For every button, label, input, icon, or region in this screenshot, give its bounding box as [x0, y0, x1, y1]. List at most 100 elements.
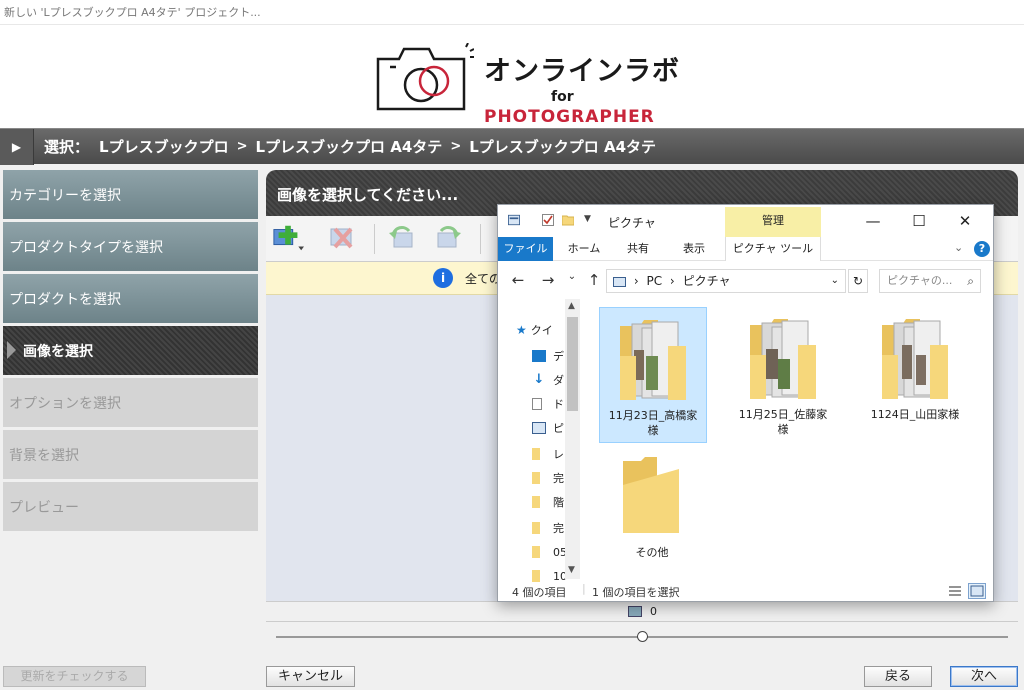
up-arrow-icon[interactable]: ↑: [584, 271, 604, 289]
nav-item-folder[interactable]: 階: [532, 493, 564, 511]
address-bar[interactable]: › PC › ピクチャ ⌄: [606, 269, 846, 293]
recent-dropdown-icon[interactable]: ⌄: [562, 271, 582, 282]
breadcrumb-expand-button[interactable]: ▶: [0, 128, 34, 165]
sidebar-item-images[interactable]: 画像を選択: [3, 326, 258, 375]
search-input[interactable]: ピクチャの... ⌕: [879, 269, 981, 293]
photo-folder-icon: [620, 320, 686, 400]
folder-name-line: 11月25日_佐藤家: [738, 408, 828, 421]
rotate-right-button[interactable]: [432, 222, 464, 254]
nav-item-folder[interactable]: 完: [532, 519, 564, 537]
scroll-down-icon[interactable]: ▼: [568, 565, 575, 575]
ribbon-expand-icon[interactable]: ⌄: [954, 241, 963, 254]
details-view-icon: [949, 586, 961, 596]
quick-access-dropdown-icon[interactable]: ▼: [584, 214, 596, 226]
breadcrumb-label: 選択：: [44, 138, 90, 156]
nav-item-desktop[interactable]: デ: [532, 347, 564, 365]
folder-icon: [532, 448, 540, 460]
explorer-address-row: ← → ⌄ ↑ › PC › ピクチャ ⌄ ↻ ピクチャの... ⌕: [498, 261, 993, 299]
nav-item-documents[interactable]: ド: [532, 395, 564, 413]
folder-name-line: 11月23日_高橋家: [608, 409, 698, 422]
nav-item-label: レ: [553, 448, 564, 461]
breadcrumb-item[interactable]: Lプレスブックプロ A4タテ: [255, 136, 442, 157]
folder-name-line: 様: [647, 424, 659, 437]
refresh-icon[interactable]: ↻: [848, 269, 868, 293]
folder-name: 11月25日_佐藤家 様: [730, 407, 836, 437]
zoom-slider-thumb[interactable]: [637, 631, 648, 642]
back-button[interactable]: 戻る: [864, 666, 932, 687]
image-count-bar: 0: [266, 601, 1018, 621]
folder-item[interactable]: 11月23日_高橋家 様: [599, 307, 707, 443]
step-sidebar: カテゴリーを選択 プロダクトタイプを選択 プロダクトを選択 画像を選択 オプショ…: [3, 170, 258, 534]
ribbon-tab-share[interactable]: 共有: [616, 237, 660, 261]
breadcrumb-separator: >: [450, 139, 462, 154]
explorer-status-bar: 4 個の項目 | 1 個の項目を選択: [498, 579, 993, 601]
cancel-button[interactable]: キャンセル: [266, 666, 355, 687]
breadcrumb-item[interactable]: Lプレスブックプロ: [99, 136, 229, 157]
ribbon-tab-home[interactable]: ホーム: [560, 237, 608, 261]
address-separator: ›: [669, 274, 675, 288]
logo-text-for: for: [551, 89, 574, 105]
folder-item[interactable]: 1124日_山田家様: [862, 307, 970, 443]
folder-name-line: 様: [777, 423, 789, 436]
folder-name-line: 1124日_山田家様: [870, 408, 960, 421]
nav-item-folder[interactable]: 05: [532, 543, 567, 561]
document-icon: [532, 398, 542, 410]
explorer-titlebar: ▼ ピクチャ 管理 — ☐ ✕: [498, 205, 993, 237]
toolbar-divider: [374, 224, 375, 254]
back-arrow-icon[interactable]: ←: [508, 271, 528, 289]
remove-image-button[interactable]: [326, 222, 358, 254]
rotate-left-icon: [389, 226, 413, 248]
pictures-location-icon: [613, 276, 626, 287]
address-dropdown-icon[interactable]: ⌄: [831, 270, 839, 292]
ribbon-tab-file[interactable]: ファイル: [498, 237, 553, 261]
rotate-left-button[interactable]: [386, 222, 418, 254]
help-icon[interactable]: ?: [974, 241, 990, 257]
folder-item[interactable]: その他: [599, 445, 707, 581]
add-image-button[interactable]: [272, 222, 304, 254]
window-title: 新しい 'Lプレスブックプロ A4タテ' プロジェクト...: [0, 0, 1024, 24]
properties-icon[interactable]: [542, 214, 554, 226]
ribbon-tab-view[interactable]: 表示: [670, 237, 718, 261]
next-button[interactable]: 次へ: [950, 666, 1018, 687]
nav-item-folder[interactable]: レ: [532, 445, 564, 463]
nav-item-pictures[interactable]: ピ: [532, 419, 564, 437]
nav-item-label: クイ: [530, 324, 553, 337]
item-count: 4 個の項目: [512, 586, 567, 599]
address-segment-pictures[interactable]: ピクチャ: [683, 274, 731, 288]
minimize-button[interactable]: —: [850, 209, 896, 233]
maximize-button[interactable]: ☐: [896, 209, 942, 233]
nav-item-quick-access[interactable]: ★ クイ: [516, 321, 553, 339]
nav-scrollbar-thumb[interactable]: [567, 317, 578, 411]
sidebar-item-background: 背景を選択: [3, 430, 258, 479]
sidebar-item-category[interactable]: カテゴリーを選択: [3, 170, 258, 219]
folder-icon: [623, 457, 679, 533]
ribbon-tab-picture-tools[interactable]: ピクチャ ツール: [725, 237, 821, 261]
nav-item-label: 階: [553, 496, 564, 509]
forward-arrow-icon[interactable]: →: [538, 271, 558, 289]
details-view-button[interactable]: [946, 583, 964, 599]
folder-icon: [532, 522, 540, 534]
sidebar-item-product[interactable]: プロダクトを選択: [3, 274, 258, 323]
large-icons-view-button[interactable]: [968, 583, 986, 599]
nav-item-label: ピ: [553, 422, 564, 435]
manage-tab[interactable]: 管理: [725, 207, 821, 237]
photo-folder-icon: [750, 319, 816, 399]
desktop-icon: [532, 350, 546, 362]
sidebar-item-product-type[interactable]: プロダクトタイプを選択: [3, 222, 258, 271]
navigation-pane: ★ クイ デ ↓ ダ ド ピ レ 完 階 完 05 10 ▲ ▼: [498, 299, 580, 583]
folder-item[interactable]: 11月25日_佐藤家 様: [730, 307, 838, 443]
breadcrumb-item[interactable]: Lプレスブックプロ A4タテ: [469, 136, 656, 157]
check-updates-button: 更新をチェックする: [3, 666, 146, 687]
folder-name: その他: [599, 545, 705, 560]
address-segment-pc[interactable]: PC: [646, 274, 662, 288]
info-icon: i: [433, 268, 453, 288]
nav-item-folder[interactable]: 完: [532, 469, 564, 487]
close-button[interactable]: ✕: [942, 209, 988, 233]
nav-item-downloads[interactable]: ↓ ダ: [532, 371, 564, 389]
new-folder-icon[interactable]: [562, 214, 574, 226]
nav-item-label: デ: [553, 350, 564, 363]
scroll-up-icon[interactable]: ▲: [568, 301, 575, 311]
nav-scrollbar[interactable]: ▲ ▼: [565, 299, 580, 579]
file-list: 11月23日_高橋家 様 11月25日_佐藤家 様 1124日_山田家様 その他: [580, 299, 993, 581]
search-placeholder: ピクチャの...: [887, 274, 953, 287]
